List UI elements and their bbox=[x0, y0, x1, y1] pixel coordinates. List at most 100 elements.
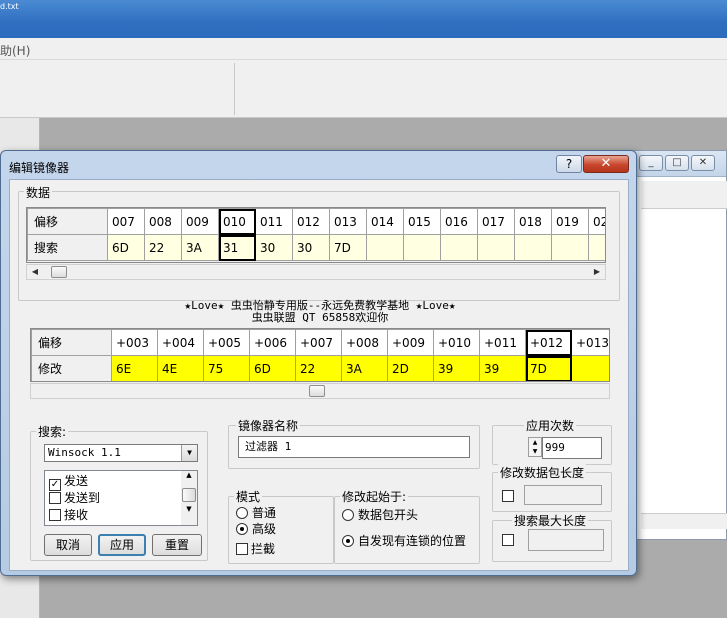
search-max-length-field[interactable] bbox=[528, 529, 604, 551]
scroll-down-icon[interactable]: ▼ bbox=[181, 505, 197, 519]
modify-length-field[interactable] bbox=[524, 485, 602, 505]
help-icon: ? bbox=[565, 157, 573, 171]
child-maximize-button[interactable]: □ bbox=[665, 155, 689, 171]
child-scrollbar[interactable] bbox=[641, 513, 727, 529]
search-grid-hscroll[interactable]: ◀ ▶ bbox=[26, 264, 606, 280]
value-cell[interactable]: 3A bbox=[181, 234, 219, 261]
value-cell[interactable]: 6E bbox=[111, 355, 158, 381]
checkbox[interactable] bbox=[236, 543, 248, 555]
value-cell[interactable] bbox=[551, 234, 589, 261]
offset-cell: 009 bbox=[181, 208, 219, 235]
scroll-right-icon[interactable]: ▶ bbox=[589, 265, 605, 279]
offset-cell: +004 bbox=[157, 329, 204, 356]
value-cell[interactable]: 22 bbox=[144, 234, 182, 261]
value-cell[interactable]: 7D bbox=[525, 355, 572, 381]
search-max-length-checkbox[interactable] bbox=[502, 534, 514, 546]
mirror-name-label: 镜像器名称 bbox=[236, 417, 301, 434]
scroll-up-icon[interactable]: ▲ bbox=[181, 471, 197, 485]
listbox-vscroll[interactable]: ▲ ▼ bbox=[181, 471, 197, 525]
found-position-radio[interactable]: 自发现有连锁的位置 bbox=[342, 532, 466, 549]
value-cell[interactable]: 31 bbox=[218, 234, 256, 261]
modify-grid-table: 偏移 +003 +004 +005 +006 +007 +008 +009 +010 +011 +0… bbox=[31, 329, 609, 381]
offset-cell: +003 bbox=[111, 329, 158, 356]
value-cell[interactable]: 22 bbox=[295, 355, 342, 381]
protocol-select[interactable]: Winsock 1.1 ▼ bbox=[44, 444, 198, 462]
offset-cell: 008 bbox=[144, 208, 182, 235]
offset-cell: 013 bbox=[329, 208, 367, 235]
value-cell[interactable] bbox=[514, 234, 552, 261]
value-cell[interactable] bbox=[403, 234, 441, 261]
value-cell[interactable]: 30 bbox=[255, 234, 293, 261]
value-cell[interactable]: 39 bbox=[433, 355, 480, 381]
modify-grid: 偏移 +003 +004 +005 +006 +007 +008 +009 +010 +011 +0… bbox=[30, 328, 610, 382]
banner-line-2: 虫虫联盟 QT 65858欢迎你 bbox=[251, 311, 389, 324]
value-cell[interactable] bbox=[588, 234, 605, 261]
radio-icon[interactable] bbox=[236, 507, 248, 519]
value-cell[interactable]: 7D bbox=[329, 234, 367, 261]
checkbox[interactable] bbox=[49, 509, 61, 521]
dialog-title: 编辑镜像器 bbox=[9, 161, 70, 175]
intercept-checkbox[interactable]: 拦截 bbox=[236, 540, 275, 557]
apply-count-field[interactable]: 999 bbox=[542, 437, 602, 459]
child-close-button[interactable]: ✕ bbox=[691, 155, 715, 171]
radio-icon[interactable] bbox=[342, 509, 354, 521]
scroll-thumb[interactable] bbox=[309, 385, 325, 397]
scroll-thumb[interactable] bbox=[182, 488, 196, 502]
value-cell[interactable] bbox=[440, 234, 478, 261]
grid-row-header: 偏移 bbox=[27, 208, 108, 235]
offset-cell: 010 bbox=[218, 208, 256, 235]
scroll-left-icon[interactable]: ◀ bbox=[27, 265, 43, 279]
value-cell[interactable]: 6D bbox=[249, 355, 296, 381]
value-cell[interactable]: 30 bbox=[292, 234, 330, 261]
search-grid-table: 偏移 007 008 009 010 011 012 013 014 015 016 017 018 01… bbox=[27, 208, 605, 261]
scroll-left-icon[interactable] bbox=[31, 384, 47, 398]
scroll-thumb[interactable] bbox=[51, 266, 67, 278]
offset-cell: 011 bbox=[255, 208, 293, 235]
packet-start-radio[interactable]: 数据包开头 bbox=[342, 506, 418, 523]
offset-cell: 019 bbox=[551, 208, 589, 235]
offset-cell: +007 bbox=[295, 329, 342, 356]
offset-cell: 007 bbox=[107, 208, 145, 235]
help-button[interactable]: ? bbox=[556, 155, 582, 173]
value-cell[interactable]: 75 bbox=[203, 355, 250, 381]
offset-cell: +011 bbox=[479, 329, 526, 356]
mirror-name-field[interactable]: 过滤器 1 bbox=[238, 436, 470, 458]
modify-length-checkbox[interactable] bbox=[502, 490, 514, 502]
offset-cell: +013 bbox=[571, 329, 609, 356]
offset-cell: 014 bbox=[366, 208, 404, 235]
value-cell[interactable]: 39 bbox=[479, 355, 526, 381]
radio-selected-icon[interactable] bbox=[342, 535, 354, 547]
list-item-sendto[interactable]: 发送到 bbox=[49, 490, 100, 506]
search-max-length-label: 搜索最大长度 bbox=[512, 512, 589, 529]
value-cell[interactable]: 2D bbox=[387, 355, 434, 381]
offset-cell: 018 bbox=[514, 208, 552, 235]
radio-selected-icon[interactable] bbox=[236, 523, 248, 535]
value-cell[interactable]: 4E bbox=[157, 355, 204, 381]
search-grid: 偏移 007 008 009 010 011 012 013 014 015 016 017 018 01… bbox=[26, 207, 606, 263]
menu-help[interactable]: 助(H) bbox=[0, 42, 30, 59]
chevron-down-icon[interactable]: ▼ bbox=[181, 445, 197, 461]
apply-count-spinner[interactable]: ▲ ▼ bbox=[528, 437, 542, 457]
child-minimize-button[interactable]: _ bbox=[639, 155, 663, 171]
background-toolbar bbox=[0, 60, 727, 118]
value-cell[interactable] bbox=[366, 234, 404, 261]
checkbox[interactable] bbox=[49, 492, 61, 504]
value-cell[interactable]: 6D bbox=[107, 234, 145, 261]
value-cell[interactable]: 3A bbox=[341, 355, 388, 381]
apply-button[interactable]: 应用 bbox=[98, 534, 146, 556]
value-cell[interactable] bbox=[477, 234, 515, 261]
list-item-recv[interactable]: 接收 bbox=[49, 507, 88, 523]
mode-advanced-radio[interactable]: 高级 bbox=[236, 520, 276, 537]
value-cell[interactable] bbox=[571, 355, 609, 381]
modify-start-label: 修改起始于: bbox=[340, 488, 409, 505]
scroll-right-icon[interactable] bbox=[593, 384, 609, 398]
close-button[interactable]: ✕ bbox=[583, 155, 629, 173]
list-item-send[interactable]: ✓ 发送 bbox=[49, 473, 88, 491]
search-group-label: 搜索: bbox=[36, 423, 69, 440]
mode-normal-radio[interactable]: 普通 bbox=[236, 504, 276, 521]
offset-cell: 02 bbox=[588, 208, 605, 235]
reset-button[interactable]: 重置 bbox=[152, 534, 202, 556]
modify-grid-hscroll[interactable] bbox=[30, 383, 610, 399]
cancel-button[interactable]: 取消 bbox=[44, 534, 92, 556]
background-menubar bbox=[0, 38, 727, 60]
